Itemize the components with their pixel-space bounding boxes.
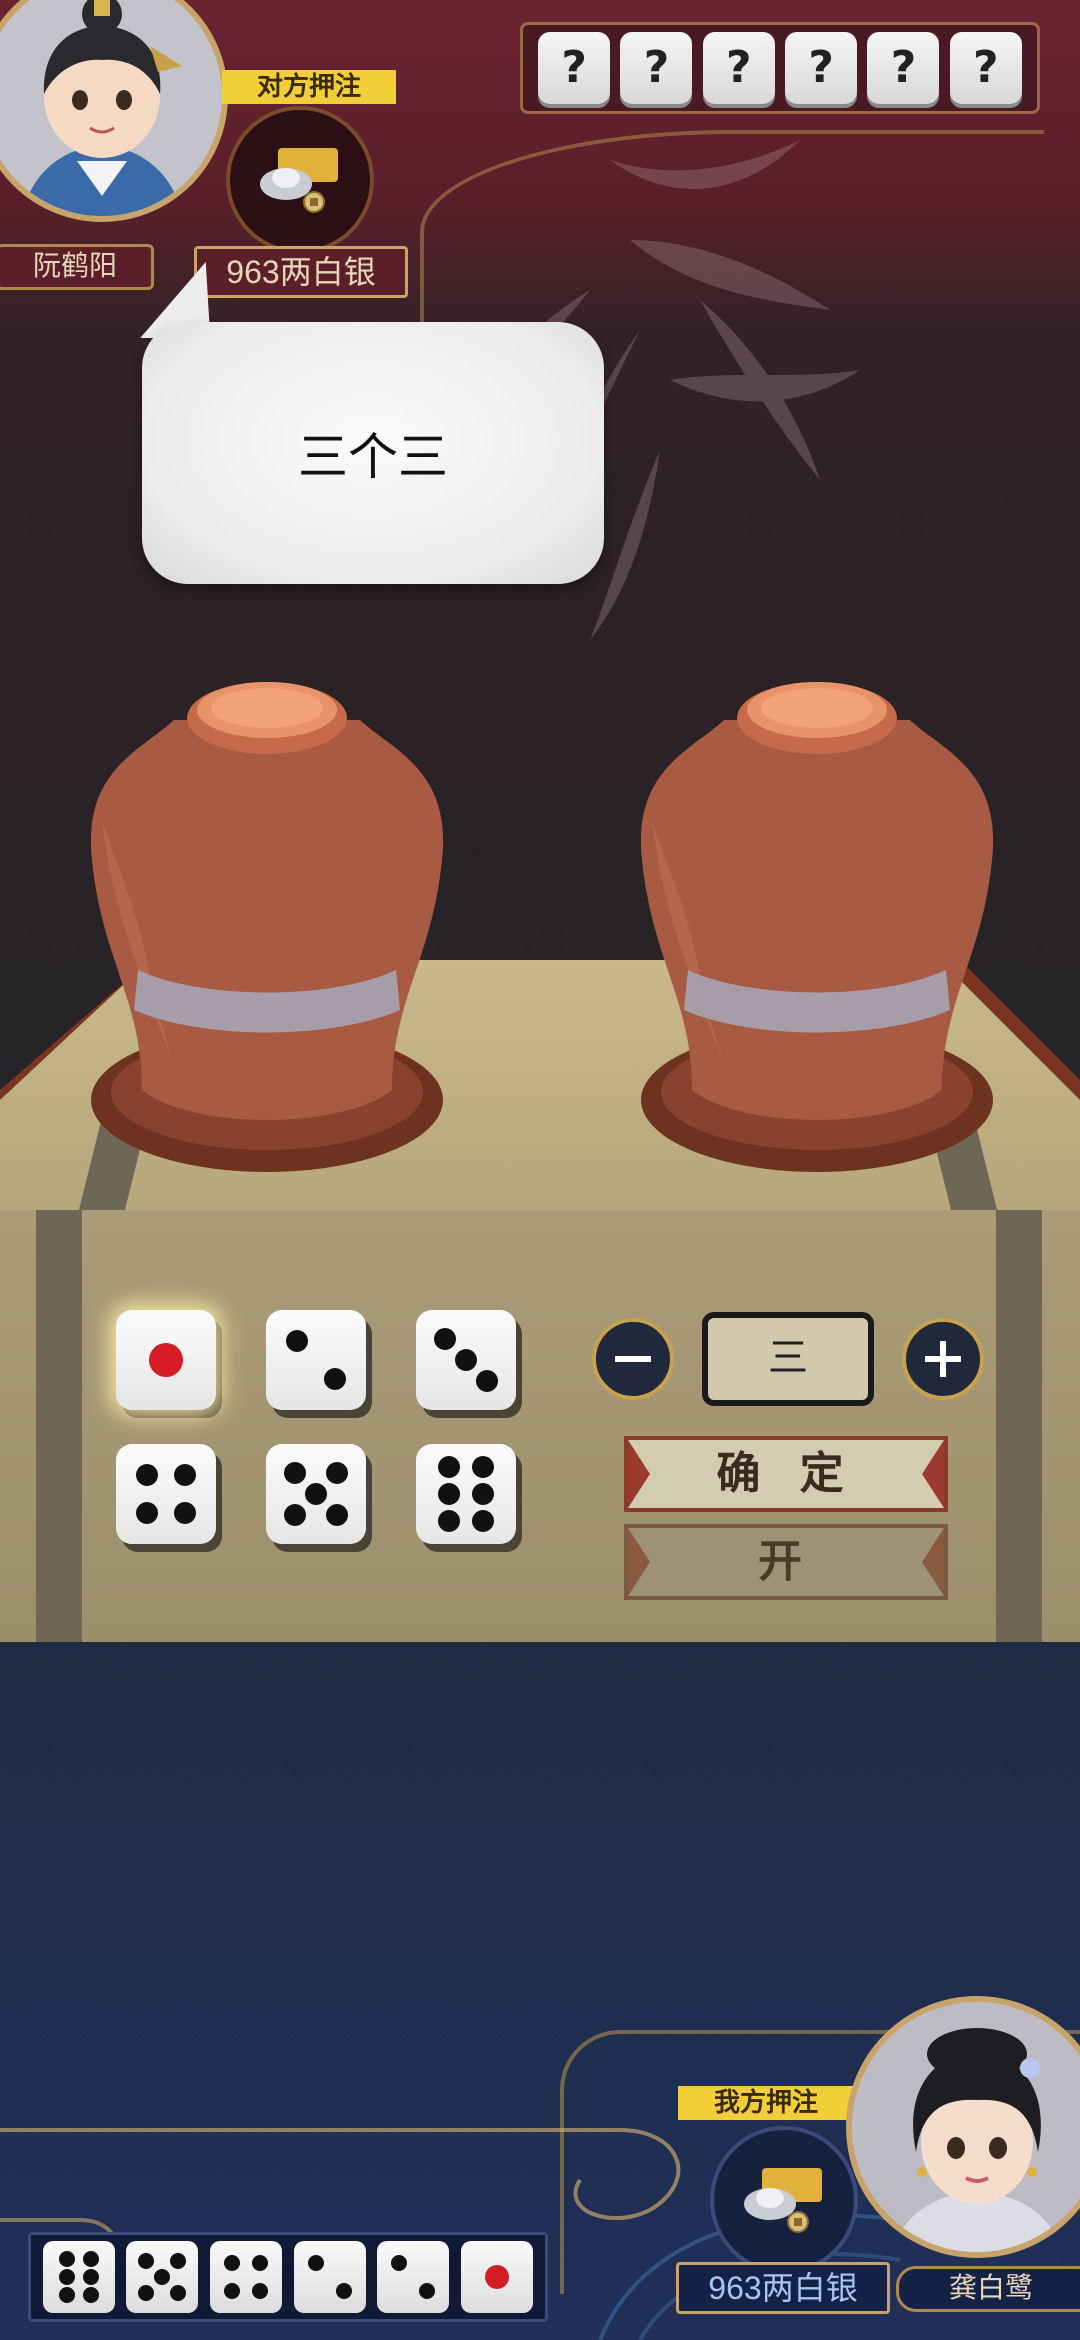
player-die-2: [377, 2241, 450, 2313]
pip: [335, 2283, 352, 2299]
pip: [472, 1483, 494, 1505]
hidden-die: ?: [538, 32, 611, 104]
hidden-die: ?: [949, 32, 1022, 104]
opponent-hidden-dice: ? ? ? ? ? ?: [520, 22, 1040, 114]
pip: [438, 1483, 460, 1505]
pip: [58, 2251, 75, 2267]
pip: [305, 1483, 327, 1505]
girl-portrait-icon: [852, 2002, 1080, 2252]
face-die-2[interactable]: [266, 1310, 366, 1410]
pip: [286, 1330, 308, 1352]
player-silver: 963两白银: [676, 2262, 890, 2314]
table-stripe: [996, 1210, 1042, 1642]
face-die-1[interactable]: [116, 1310, 216, 1410]
hidden-die: ?: [785, 32, 858, 104]
pip: [391, 2255, 408, 2271]
increase-count-button[interactable]: [902, 1318, 984, 1400]
pip: [438, 1456, 460, 1478]
pip: [472, 1510, 494, 1532]
opponent-silver-amount: 963两白银: [226, 254, 376, 290]
face-die-3[interactable]: [416, 1310, 516, 1410]
player-die-2: [293, 2241, 366, 2313]
pip: [136, 1464, 158, 1486]
ribbon-notch: [628, 1528, 650, 1596]
pip: [326, 1462, 348, 1484]
face-die-5[interactable]: [266, 1444, 366, 1544]
player-silver-amount: 963两白银: [708, 2270, 858, 2306]
player-dice-cup: [640, 682, 994, 1172]
minus-icon: [615, 1356, 651, 1362]
pip: [252, 2283, 269, 2299]
face-die-6[interactable]: [416, 1444, 516, 1544]
confirm-bid-button[interactable]: 确 定: [624, 1436, 948, 1512]
pip: [154, 2269, 171, 2285]
decrease-count-button[interactable]: [592, 1318, 674, 1400]
pip: [174, 1502, 196, 1524]
table-stripe: [36, 1210, 82, 1642]
silver-ingot-icon: [744, 2168, 822, 2233]
pip: [438, 1510, 460, 1532]
ribbon-notch: [628, 1440, 650, 1508]
silver-ingot-icon: [260, 148, 338, 213]
pip: [434, 1328, 456, 1350]
pip: [326, 1504, 348, 1526]
pip: [324, 1368, 346, 1390]
opponent-name-tag: 阮鹤阳: [0, 244, 154, 290]
bid-count-display: 三: [702, 1312, 874, 1406]
ribbon-notch: [922, 1440, 944, 1508]
bid-text: 三个三: [298, 428, 448, 486]
pip: [224, 2255, 241, 2271]
player-die-1: [461, 2241, 534, 2313]
pip: [82, 2269, 99, 2285]
opponent-stake-label: 对方押注: [222, 70, 396, 104]
plus-icon: [925, 1341, 961, 1377]
pip: [170, 2285, 187, 2301]
pip: [138, 2253, 155, 2269]
boy-portrait-icon: [0, 0, 222, 216]
bid-count-value: 三: [768, 1335, 808, 1381]
open-cups-button[interactable]: 开: [624, 1524, 948, 1600]
opponent-stake-icon: [226, 106, 374, 254]
pip: [224, 2283, 241, 2299]
pip: [149, 1343, 183, 1377]
player-name: 龚白鹭: [948, 2273, 1033, 2304]
pip: [307, 2255, 324, 2271]
pip: [284, 1504, 306, 1526]
pip: [455, 1349, 477, 1371]
confirm-label: 确 定: [716, 1448, 856, 1499]
pip: [476, 1370, 498, 1392]
player-name-tag: 龚白鹭: [896, 2266, 1080, 2312]
opponent-name: 阮鹤阳: [32, 251, 117, 282]
pip: [82, 2287, 99, 2303]
pip: [136, 1502, 158, 1524]
ribbon-notch: [922, 1528, 944, 1596]
pip: [174, 1464, 196, 1486]
pip: [252, 2255, 269, 2271]
hidden-die: ?: [702, 32, 775, 104]
pip: [170, 2253, 187, 2269]
hidden-die: ?: [867, 32, 940, 104]
player-die-6: [42, 2241, 115, 2313]
hidden-die: ?: [620, 32, 693, 104]
pip: [284, 1462, 306, 1484]
bid-speech-bubble: 三个三: [142, 322, 604, 584]
open-label: 开: [758, 1536, 814, 1587]
player-dice-tray: [28, 2232, 548, 2322]
pip: [485, 2265, 510, 2289]
pip: [472, 1456, 494, 1478]
pip: [138, 2285, 155, 2301]
pip: [419, 2283, 436, 2299]
pip: [58, 2269, 75, 2285]
opponent-dice-cup: [90, 682, 444, 1172]
pip: [58, 2287, 75, 2303]
player-stake-label: 我方押注: [678, 2086, 854, 2120]
face-die-4[interactable]: [116, 1444, 216, 1544]
player-die-5: [126, 2241, 199, 2313]
pip: [82, 2251, 99, 2267]
player-stake-icon: [710, 2126, 858, 2274]
player-die-4: [210, 2241, 283, 2313]
